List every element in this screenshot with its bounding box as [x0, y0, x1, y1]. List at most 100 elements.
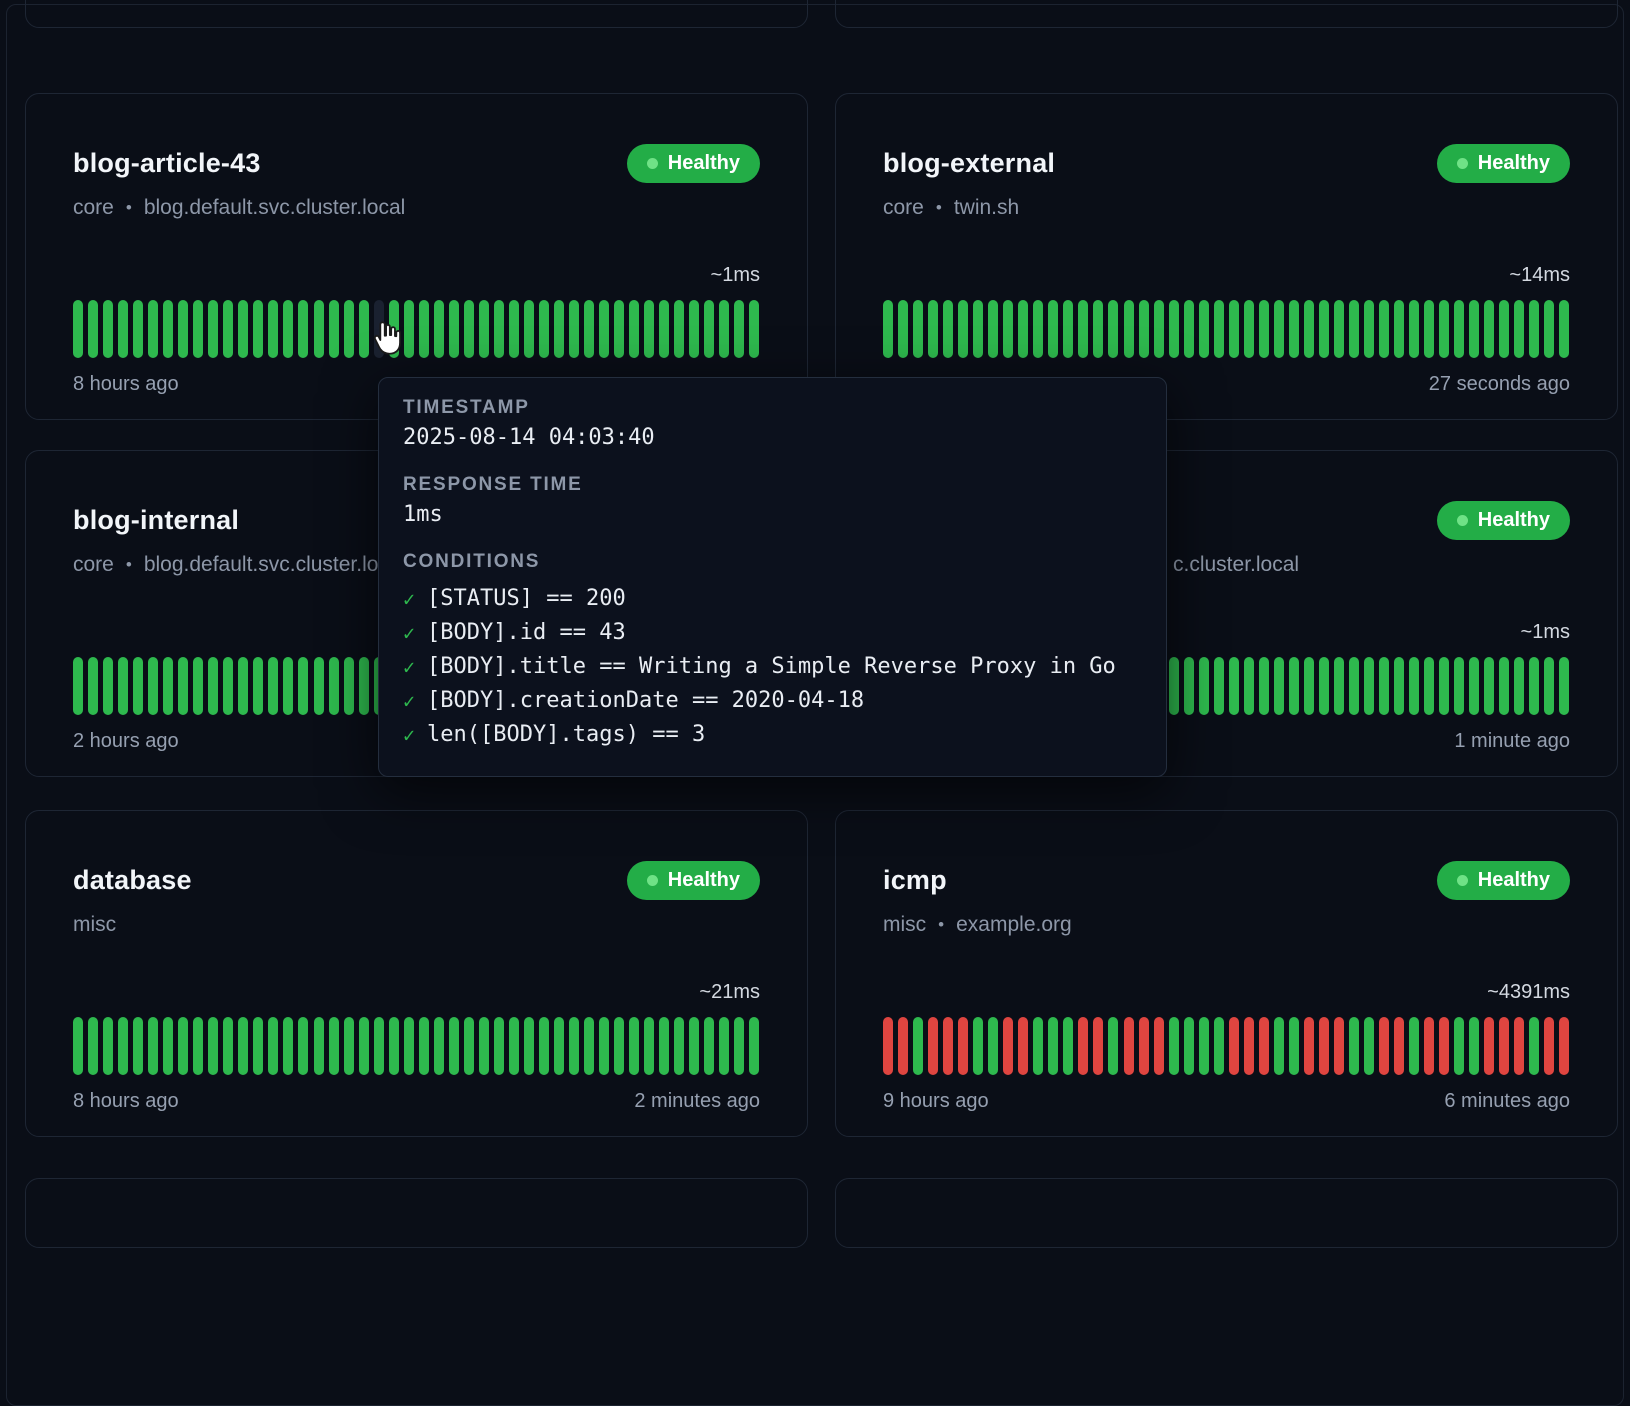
endpoint-card[interactable]: databaseHealthymisc~21ms8 hours ago2 min… — [25, 810, 808, 1137]
uptime-bar[interactable] — [1514, 657, 1524, 715]
uptime-bar[interactable] — [1529, 300, 1539, 358]
uptime-bar[interactable] — [928, 300, 938, 358]
uptime-bar[interactable] — [118, 300, 128, 358]
uptime-bar[interactable] — [898, 300, 908, 358]
uptime-bar[interactable] — [1349, 657, 1359, 715]
uptime-bar[interactable] — [1214, 300, 1224, 358]
uptime-bar[interactable] — [1544, 300, 1554, 358]
uptime-bar[interactable] — [1108, 300, 1118, 358]
uptime-bar[interactable] — [389, 1017, 399, 1075]
uptime-bar[interactable] — [163, 300, 173, 358]
uptime-bar[interactable] — [1394, 657, 1404, 715]
uptime-bar[interactable] — [524, 1017, 534, 1075]
uptime-bar[interactable] — [1154, 1017, 1164, 1075]
uptime-bar[interactable] — [118, 657, 128, 715]
uptime-bar[interactable] — [1184, 300, 1194, 358]
uptime-bar[interactable] — [1409, 300, 1419, 358]
uptime-bar[interactable] — [419, 300, 429, 358]
uptime-bar[interactable] — [1063, 1017, 1073, 1075]
uptime-bar[interactable] — [674, 1017, 684, 1075]
uptime-bar[interactable] — [1304, 1017, 1314, 1075]
uptime-bar[interactable] — [374, 1017, 384, 1075]
uptime-bar[interactable] — [434, 300, 444, 358]
uptime-bar[interactable] — [749, 300, 759, 358]
uptime-bar[interactable] — [253, 657, 263, 715]
uptime-bar[interactable] — [283, 657, 293, 715]
uptime-bar[interactable] — [223, 300, 233, 358]
uptime-bar[interactable] — [644, 300, 654, 358]
uptime-bar[interactable] — [1184, 657, 1194, 715]
uptime-bar[interactable] — [554, 300, 564, 358]
uptime-bar[interactable] — [1244, 300, 1254, 358]
uptime-bar[interactable] — [1229, 300, 1239, 358]
uptime-bar[interactable] — [148, 657, 158, 715]
uptime-bar[interactable] — [283, 300, 293, 358]
uptime-bar[interactable] — [1229, 657, 1239, 715]
uptime-bar[interactable] — [1469, 1017, 1479, 1075]
uptime-bar[interactable] — [1544, 657, 1554, 715]
uptime-bar[interactable] — [1529, 1017, 1539, 1075]
uptime-bar[interactable] — [1078, 300, 1088, 358]
uptime-bar[interactable] — [554, 1017, 564, 1075]
uptime-bar[interactable] — [1139, 300, 1149, 358]
uptime-bar[interactable] — [268, 1017, 278, 1075]
uptime-bar[interactable] — [193, 1017, 203, 1075]
uptime-bar[interactable] — [539, 1017, 549, 1075]
uptime-bar[interactable] — [749, 1017, 759, 1075]
uptime-bar[interactable] — [178, 1017, 188, 1075]
uptime-bar[interactable] — [599, 1017, 609, 1075]
uptime-bar[interactable] — [1244, 1017, 1254, 1075]
uptime-bar[interactable] — [253, 300, 263, 358]
uptime-bar[interactable] — [1289, 1017, 1299, 1075]
uptime-bar[interactable] — [193, 657, 203, 715]
uptime-bar[interactable] — [103, 657, 113, 715]
uptime-bar[interactable] — [479, 300, 489, 358]
uptime-bar[interactable] — [359, 300, 369, 358]
uptime-bar[interactable] — [1529, 657, 1539, 715]
uptime-bar[interactable] — [973, 300, 983, 358]
uptime-bar[interactable] — [1214, 657, 1224, 715]
uptime-bar[interactable] — [208, 300, 218, 358]
uptime-bar[interactable] — [1199, 1017, 1209, 1075]
uptime-bar[interactable] — [1048, 300, 1058, 358]
uptime-bar[interactable] — [1424, 1017, 1434, 1075]
uptime-bar[interactable] — [1078, 1017, 1088, 1075]
uptime-bar[interactable] — [344, 657, 354, 715]
uptime-bar[interactable] — [163, 1017, 173, 1075]
uptime-bar[interactable] — [1439, 1017, 1449, 1075]
uptime-bar[interactable] — [1559, 1017, 1569, 1075]
uptime-bar[interactable] — [238, 1017, 248, 1075]
uptime-bar[interactable] — [1018, 300, 1028, 358]
uptime-bar[interactable] — [584, 300, 594, 358]
uptime-bar[interactable] — [298, 300, 308, 358]
uptime-bar[interactable] — [569, 1017, 579, 1075]
uptime-bar[interactable] — [569, 300, 579, 358]
uptime-bar[interactable] — [509, 1017, 519, 1075]
uptime-bar[interactable] — [1364, 1017, 1374, 1075]
uptime-bar[interactable] — [133, 1017, 143, 1075]
uptime-bar[interactable] — [1259, 657, 1269, 715]
uptime-bar[interactable] — [1319, 1017, 1329, 1075]
uptime-bar[interactable] — [404, 300, 414, 358]
uptime-bar[interactable] — [1289, 300, 1299, 358]
uptime-bar[interactable] — [614, 1017, 624, 1075]
uptime-bar[interactable] — [1484, 300, 1494, 358]
uptime-bar[interactable] — [1169, 300, 1179, 358]
uptime-bar[interactable] — [973, 1017, 983, 1075]
uptime-bar[interactable] — [1214, 1017, 1224, 1075]
uptime-bar[interactable] — [584, 1017, 594, 1075]
uptime-bar[interactable] — [1018, 1017, 1028, 1075]
uptime-bar[interactable] — [1484, 1017, 1494, 1075]
uptime-bar[interactable] — [178, 300, 188, 358]
uptime-bar[interactable] — [1169, 657, 1179, 715]
uptime-bar[interactable] — [88, 300, 98, 358]
uptime-bar[interactable] — [943, 300, 953, 358]
uptime-bar[interactable] — [359, 1017, 369, 1075]
uptime-bar[interactable] — [298, 657, 308, 715]
uptime-bar[interactable] — [1469, 300, 1479, 358]
uptime-bar[interactable] — [253, 1017, 263, 1075]
uptime-bar[interactable] — [988, 300, 998, 358]
uptime-bar[interactable] — [883, 1017, 893, 1075]
uptime-bar[interactable] — [1093, 1017, 1103, 1075]
uptime-bar[interactable] — [1063, 300, 1073, 358]
